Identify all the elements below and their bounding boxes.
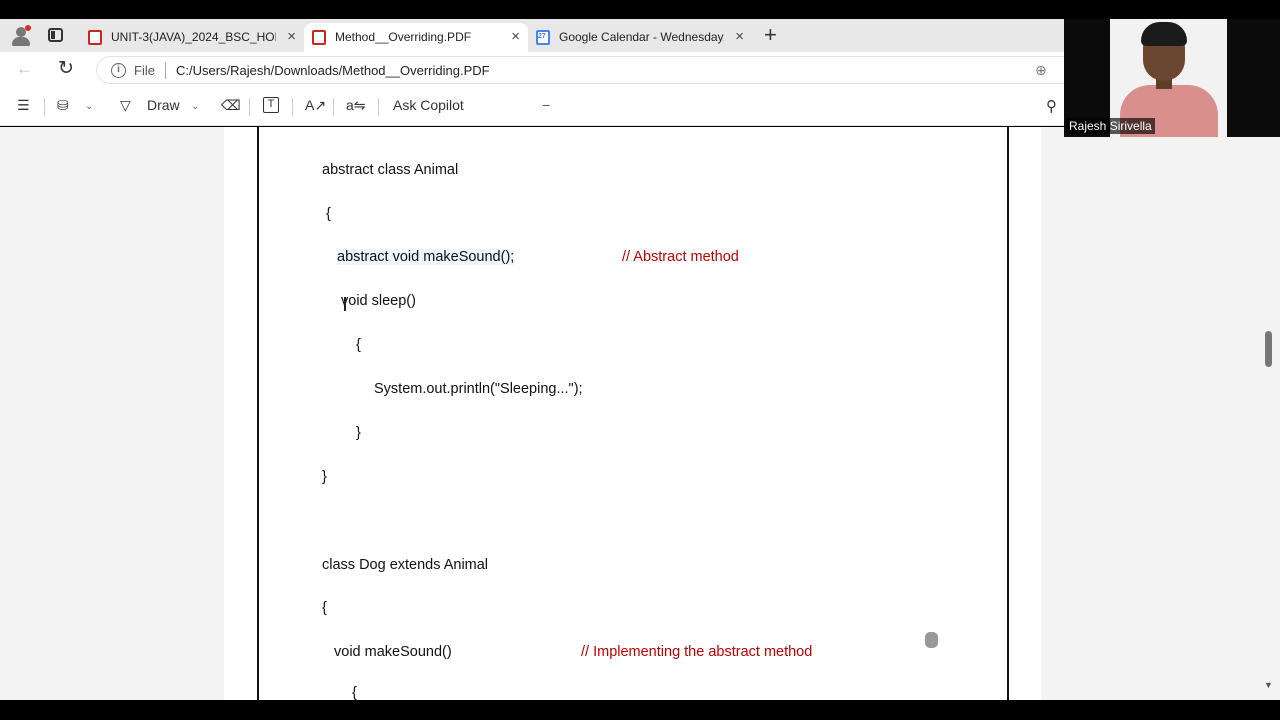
ask-copilot-button[interactable]: Ask Copilot [393,97,464,113]
pdf-viewport[interactable]: abstract class Animal { abstract void ma… [0,127,1280,700]
code-comment: // Abstract method [622,249,739,265]
page-border [257,127,1009,700]
close-icon[interactable]: × [735,28,744,45]
tab-unit3-pdf[interactable]: UNIT-3(JAVA)_2024_BSC_HONOU × [80,23,304,52]
profile-icon[interactable] [10,25,32,47]
highlight-icon[interactable]: ⛁ [57,97,69,114]
text-cursor [344,297,346,311]
tab-actions-icon[interactable] [48,28,63,42]
code-line: void makeSound() [334,644,452,660]
file-scheme-label: File [134,63,155,78]
code-line: } [356,425,361,441]
screen-top-bar [0,0,1280,19]
navigation-bar: ← ↻ i File C:/Users/Rajesh/Downloads/Met… [0,52,1064,88]
tab-method-overriding-pdf[interactable]: Method__Overriding.PDF × [304,23,528,52]
back-arrow-icon[interactable]: ← [16,59,33,79]
tab-google-calendar[interactable]: Google Calendar - Wednesday, N × [528,23,752,52]
divider [165,62,166,79]
refresh-icon[interactable]: ↻ [58,57,74,80]
contents-list-icon[interactable]: ☰ [17,97,30,114]
scrollbar-thumb[interactable] [1265,331,1272,367]
divider [333,98,334,116]
close-icon[interactable]: × [511,28,520,45]
tab-title: Method__Overriding.PDF [335,30,472,44]
mouse-pointer-icon [925,632,938,648]
scroll-down-arrow-icon[interactable]: ▼ [1264,680,1273,690]
calendar-icon [536,30,550,45]
code-line: { [326,206,331,222]
code-line: abstract void makeSound(); [337,249,515,265]
divider [292,98,293,116]
presenter-name: Rajesh Sirivella [1066,118,1155,134]
code-line: { [322,600,327,616]
code-line: } [322,469,327,485]
info-icon[interactable]: i [111,63,126,78]
pdf-icon [312,30,326,45]
divider [249,98,250,116]
code-line: class Dog extends Animal [322,557,489,573]
screen-bottom-bar [0,700,1280,720]
translate-icon[interactable]: a⇋ [346,97,366,114]
code-comment: // Implementing the abstract method [581,644,813,660]
close-icon[interactable]: × [287,28,296,45]
divider [44,98,45,116]
code-line: { [356,337,361,353]
text-box-icon[interactable]: T [263,97,279,113]
zoom-icon[interactable]: ⊕ [1035,62,1047,79]
code-line: { [352,685,357,700]
code-line: abstract class Animal [322,162,459,178]
url-text[interactable]: C:/Users/Rajesh/Downloads/Method__Overri… [176,63,490,78]
divider [378,98,379,116]
pdf-toolbar: ☰ ⛁ ⌄ ▽ Draw ⌄ ⌫ T A↗ a⇋ Ask Copilot − ⚲ [0,88,1064,126]
code-line: void sleep() [341,293,416,309]
chevron-down-icon[interactable]: ⌄ [85,101,93,112]
zoom-out-icon[interactable]: − [542,97,550,113]
eraser-icon[interactable]: ⌫ [221,97,241,114]
tab-title: UNIT-3(JAVA)_2024_BSC_HONOU [111,30,276,44]
pdf-icon [88,30,102,45]
webcam-overlay: Rajesh Sirivella [1064,19,1280,137]
draw-icon[interactable]: ▽ [120,97,131,114]
tab-title: Google Calendar - Wednesday, N [559,30,724,44]
new-tab-button[interactable]: + [764,22,777,48]
tab-strip: UNIT-3(JAVA)_2024_BSC_HONOU × Method__Ov… [0,19,1064,52]
chevron-down-icon[interactable]: ⌄ [191,101,199,112]
draw-button[interactable]: Draw [147,97,180,113]
code-line: System.out.println("Sleeping..."); [374,381,583,397]
search-icon[interactable]: ⚲ [1046,97,1057,115]
address-bar[interactable]: i File C:/Users/Rajesh/Downloads/Method_… [96,56,1064,84]
read-aloud-icon[interactable]: A↗ [305,97,326,114]
